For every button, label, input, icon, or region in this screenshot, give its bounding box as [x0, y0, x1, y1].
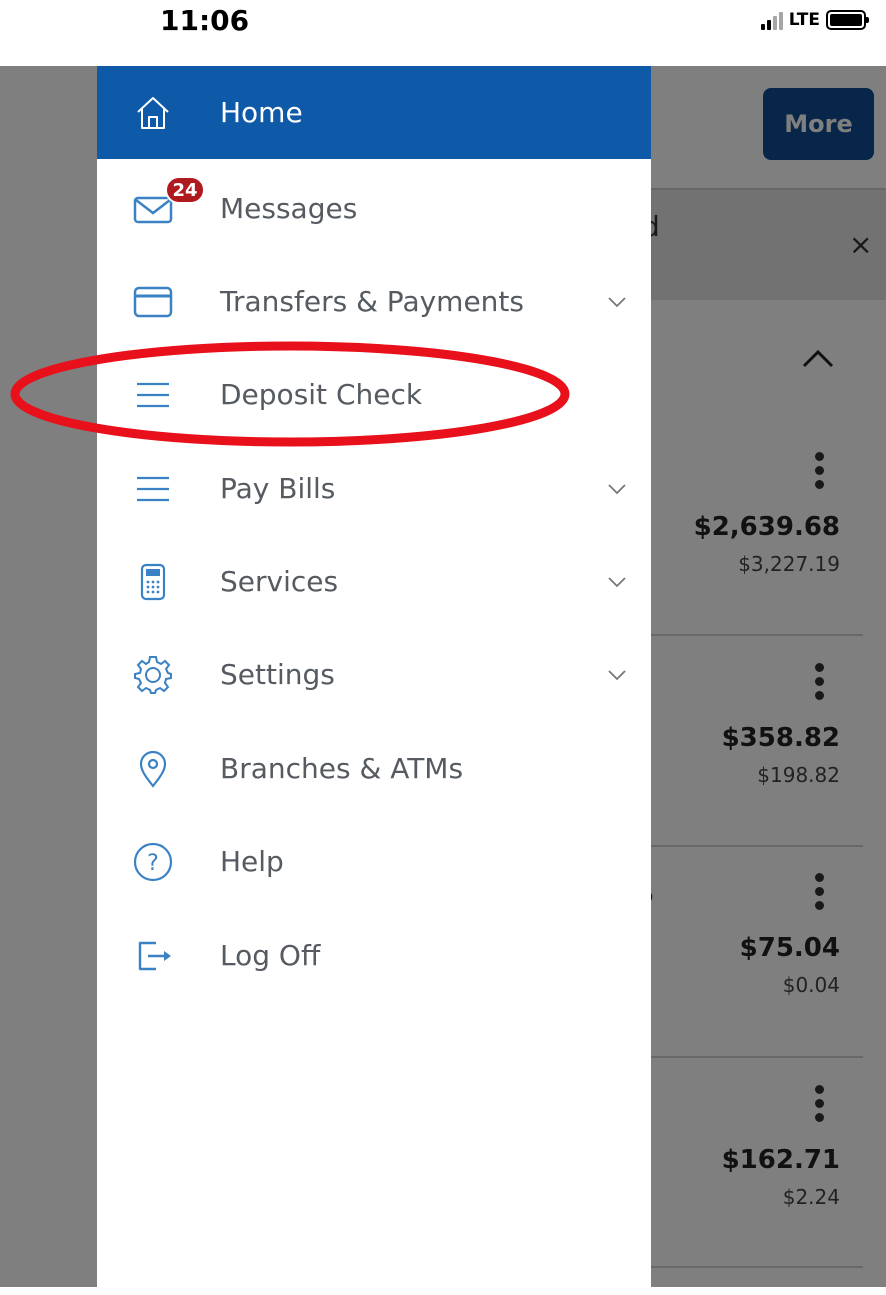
menu-item-settings[interactable]: Settings	[97, 628, 651, 721]
menu-item-help[interactable]: ? Help	[97, 815, 651, 908]
signal-icon	[760, 10, 783, 30]
menu-lines-icon	[131, 467, 175, 511]
status-time: 11:06	[160, 4, 250, 37]
network-label: LTE	[788, 10, 820, 30]
menu-item-label: Settings	[220, 658, 335, 691]
menu-item-label: Transfers & Payments	[220, 285, 524, 318]
help-circle-icon: ?	[131, 840, 175, 884]
log-off-icon	[131, 934, 175, 978]
svg-text:?: ?	[147, 851, 159, 876]
menu-item-branches-atms[interactable]: Branches & ATMs	[97, 722, 651, 815]
credit-card-icon	[131, 280, 175, 324]
menu-item-label: Log Off	[220, 939, 321, 972]
battery-icon	[826, 10, 869, 30]
menu-item-log-off[interactable]: Log Off	[97, 909, 651, 1002]
menu-item-label: Messages	[220, 192, 358, 225]
menu-item-label: Branches & ATMs	[220, 752, 464, 785]
home-icon	[131, 91, 175, 135]
menu-item-label: Deposit Check	[220, 378, 423, 411]
menu-item-transfers-payments[interactable]: Transfers & Payments	[97, 255, 651, 348]
menu-item-label: Services	[220, 565, 339, 598]
message-count-badge: 24	[165, 176, 205, 204]
menu-item-label: Home	[220, 96, 303, 129]
chevron-down-icon	[608, 669, 626, 680]
gear-icon	[131, 653, 175, 697]
menu-item-deposit-check[interactable]: Deposit Check	[97, 348, 651, 441]
menu-item-pay-bills[interactable]: Pay Bills	[97, 442, 651, 535]
menu-lines-icon	[131, 373, 175, 417]
menu-item-home[interactable]: Home	[97, 66, 651, 159]
chevron-down-icon	[608, 483, 626, 494]
menu-item-label: Help	[220, 845, 284, 878]
status-indicators: LTE	[760, 10, 869, 30]
menu-item-services[interactable]: Services	[97, 535, 651, 628]
menu-item-label: Pay Bills	[220, 472, 336, 505]
calculator-icon	[131, 560, 175, 604]
chevron-down-icon	[608, 296, 626, 307]
status-bar: 11:06 LTE	[0, 0, 886, 66]
chevron-down-icon	[608, 576, 626, 587]
map-pin-icon	[131, 747, 175, 791]
navigation-drawer: Home Messages 24 Transfers & Payments De…	[97, 66, 651, 1287]
